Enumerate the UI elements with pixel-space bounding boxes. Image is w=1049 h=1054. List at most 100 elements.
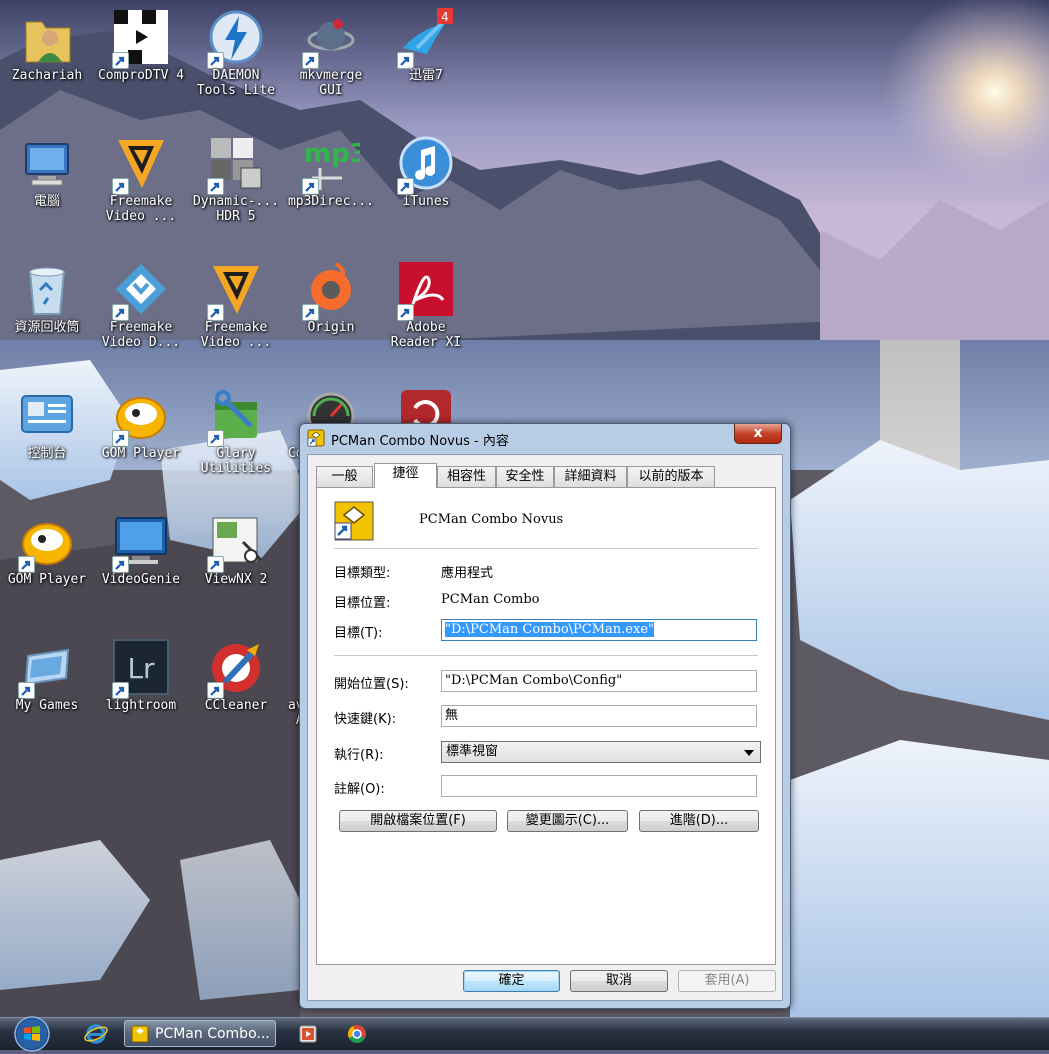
pcman-program-icon [334, 501, 374, 541]
desktop-icon[interactable]: Freemake Video D... [94, 252, 188, 372]
separator [334, 655, 758, 656]
desktop-icon[interactable]: VideoGenie [94, 504, 188, 624]
dialog-title: PCMan Combo Novus - 內容 [331, 434, 509, 449]
run-label: 執行(R): [334, 748, 384, 763]
desktop-icon-label: Origin [307, 320, 355, 335]
desktop-icon[interactable]: 資源回收筒 [0, 252, 94, 372]
desktop-icon-label: Freemake Video ... [200, 320, 272, 350]
properties-dialog: PCMan Combo Novus - 內容 x 一般 捷徑 相容性 安全性 詳… [299, 423, 791, 1009]
desktop-icon-label: mp3Direc... [287, 194, 375, 209]
desktop-icon[interactable]: Freemake Video ... [189, 252, 283, 372]
run-select-value: 標準視窗 [446, 744, 499, 759]
svg-text:Lr: Lr [127, 652, 155, 685]
shortcut-arrow-icon [112, 682, 129, 699]
desktop-icon[interactable]: 電腦 [0, 126, 94, 246]
separator [334, 548, 758, 549]
ok-button[interactable]: 確定 [463, 970, 560, 992]
taskbar-pcman-button[interactable]: PCMan Combo... [124, 1020, 276, 1047]
desktop-icon-label: Zachariah [11, 68, 83, 83]
desktop-icon[interactable]: Freemake Video ... [94, 126, 188, 246]
chevron-down-icon [744, 750, 754, 756]
desktop-icon[interactable]: Dynamic-... HDR 5 [189, 126, 283, 246]
chrome-icon[interactable] [343, 1020, 371, 1048]
pcman-icon [131, 1025, 149, 1043]
dialog-titlebar[interactable]: PCMan Combo Novus - 內容 x [300, 424, 790, 452]
recycle-bin-icon [18, 260, 76, 318]
shortcut-arrow-icon [207, 430, 224, 447]
shortcut-arrow-icon [207, 682, 224, 699]
badge-count: 4 [441, 10, 449, 24]
start-in-label: 開始位置(S): [334, 677, 409, 692]
desktop-icon-label: Dynamic-... HDR 5 [192, 194, 280, 224]
desktop-icon-label: ViewNX 2 [204, 572, 268, 587]
shortcut-arrow-icon [302, 304, 319, 321]
tab-shortcut[interactable]: 捷徑 [374, 463, 437, 488]
advanced-button[interactable]: 進階(D)... [639, 810, 759, 832]
user-folder-icon [18, 8, 76, 66]
comment-label: 註解(O): [334, 782, 385, 797]
desktop-icon[interactable]: CCleaner [189, 630, 283, 750]
cancel-button[interactable]: 取消 [570, 970, 668, 992]
shortcut-arrow-icon [302, 178, 319, 195]
internet-explorer-icon[interactable] [82, 1020, 110, 1048]
shortcut-arrow-icon [18, 682, 35, 699]
target-input[interactable]: "D:\PCMan Combo\PCMan.exe" [441, 619, 757, 641]
target-type-label: 目標類型: [334, 566, 391, 581]
desktop-icon[interactable]: Adobe Reader XI [379, 252, 473, 372]
shortcut-arrow-icon [207, 556, 224, 573]
shortcut-panel: PCMan Combo Novus 目標類型: 應用程式 目標位置: PCMan… [316, 487, 776, 965]
desktop-icon[interactable]: GOM Player [94, 378, 188, 498]
desktop-icon-label: iTunes [402, 194, 450, 209]
shortcut-key-input[interactable]: 無 [441, 705, 757, 727]
target-input-selection: "D:\PCMan Combo\PCMan.exe" [445, 622, 655, 637]
desktop-icon[interactable]: ViewNX 2 [189, 504, 283, 624]
dialog-body: 一般 捷徑 相容性 安全性 詳細資料 以前的版本 PCMan Combo Nov… [307, 454, 783, 1001]
desktop-icon[interactable]: GOM Player [0, 504, 94, 624]
shortcut-arrow-icon [112, 178, 129, 195]
desktop-icon[interactable]: mkvmerge GUI [284, 0, 378, 120]
shortcut-arrow-icon [112, 556, 129, 573]
close-button[interactable]: x [734, 424, 782, 444]
desktop-icon[interactable]: iTunes [379, 126, 473, 246]
desktop-icon[interactable]: Zachariah [0, 0, 94, 120]
shortcut-arrow-icon [18, 556, 35, 573]
desktop-icon[interactable]: Glary Utilities [189, 378, 283, 498]
pcman-icon [307, 429, 325, 447]
tab-details[interactable]: 詳細資料 [554, 466, 627, 487]
desktop-icon[interactable]: Origin [284, 252, 378, 372]
shortcut-arrow-icon [207, 304, 224, 321]
desktop-icon-label: ComproDTV 4 [97, 68, 185, 83]
desktop-icon-label: 資源回收筒 [14, 320, 80, 335]
desktop-icon-label: GOM Player [101, 446, 181, 461]
tab-security[interactable]: 安全性 [496, 466, 554, 487]
desktop-icon-label: DAEMON Tools Lite [196, 68, 276, 98]
desktop-icon[interactable]: DAEMON Tools Lite [189, 0, 283, 120]
start-orb-icon[interactable] [10, 1014, 54, 1054]
run-select[interactable]: 標準視窗 [441, 741, 761, 763]
start-in-input[interactable]: "D:\PCMan Combo\Config" [441, 670, 757, 692]
shortcut-arrow-icon [207, 52, 224, 69]
desktop-icon[interactable]: 控制台 [0, 378, 94, 498]
change-icon-button[interactable]: 變更圖示(C)... [507, 810, 628, 832]
tab-general[interactable]: 一般 [316, 466, 373, 487]
open-file-location-button[interactable]: 開啟檔案位置(F) [339, 810, 497, 832]
tab-previous-versions[interactable]: 以前的版本 [627, 466, 715, 487]
taskbar-pcman-label: PCMan Combo... [155, 1026, 270, 1042]
desktop-icon-label: 電腦 [33, 194, 60, 209]
desktop-icon[interactable]: 4 迅雷7 [379, 0, 473, 120]
program-name: PCMan Combo Novus [419, 512, 564, 527]
comment-input[interactable] [441, 775, 757, 797]
shortcut-arrow-icon [112, 430, 129, 447]
apply-button[interactable]: 套用(A) [678, 970, 776, 992]
desktop-icon-label: Freemake Video ... [105, 194, 177, 224]
desktop-icon[interactable]: Lr lightroom [94, 630, 188, 750]
desktop-icon[interactable]: mp3 mp3Direc... [284, 126, 378, 246]
desktop-icon[interactable]: ComproDTV 4 [94, 0, 188, 120]
shortcut-arrow-icon [112, 304, 129, 321]
desktop-icon[interactable]: My Games [0, 630, 94, 750]
taskbar: PCMan Combo... [0, 1016, 1049, 1052]
tab-compatibility[interactable]: 相容性 [437, 466, 496, 487]
shortcut-arrow-icon [397, 178, 414, 195]
media-player-icon[interactable] [294, 1020, 322, 1048]
desktop-icon-label: Adobe Reader XI [390, 320, 462, 350]
